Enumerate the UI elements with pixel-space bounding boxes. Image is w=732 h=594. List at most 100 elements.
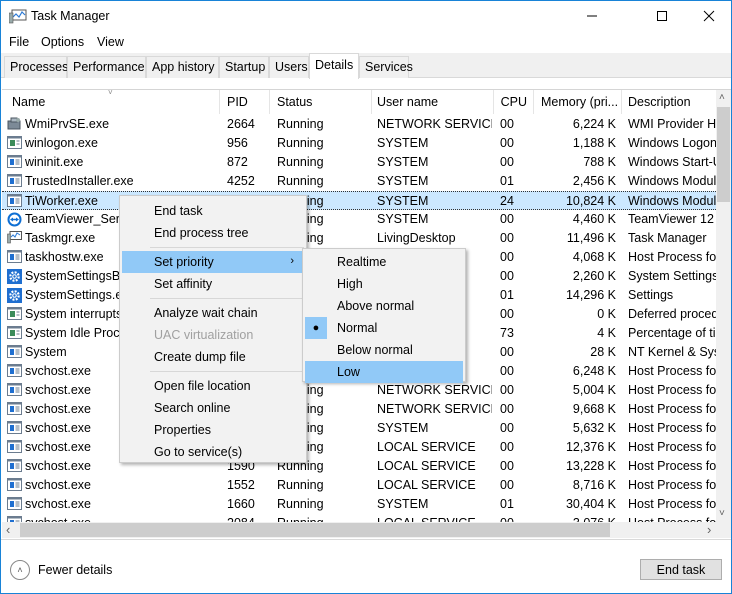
menu-item-analyze-wait-chain[interactable]: Analyze wait chain (122, 302, 304, 324)
column-cpu[interactable]: CPU (494, 90, 534, 114)
menu-view[interactable]: View (97, 35, 124, 49)
column-status[interactable]: Status (270, 90, 372, 114)
scroll-left-icon[interactable]: ‹ (6, 522, 10, 537)
process-cpu: 00 (500, 212, 514, 226)
menu-item-create-dump-file[interactable]: Create dump file (122, 346, 304, 368)
fewer-details-label: Fewer details (38, 563, 113, 577)
process-description: Host Process for (628, 250, 716, 264)
priority-below-normal[interactable]: Below normal (305, 339, 463, 361)
menu-bar: File Options View (1, 32, 731, 52)
radio-check-icon: ● (305, 317, 327, 339)
process-cpu: 00 (500, 345, 514, 359)
menu-item-end-process-tree[interactable]: End process tree (122, 222, 304, 244)
column-name[interactable]: Name (2, 90, 220, 114)
menu-options[interactable]: Options (41, 35, 84, 49)
process-user: LOCAL SERVICE (377, 478, 476, 492)
table-row[interactable]: svchost.exeRunningSYSTEM005,632 KHost Pr… (2, 419, 716, 438)
app-icon (7, 250, 22, 263)
vertical-scroll-thumb[interactable] (717, 107, 730, 202)
menu-item-set-affinity[interactable]: Set affinity (122, 273, 304, 295)
table-row[interactable]: svchost.exeRunningNETWORK SERVICE005,004… (2, 381, 716, 400)
tab-users[interactable]: Users (269, 56, 309, 78)
process-description: Windows Modul (628, 174, 716, 188)
tab-app-history[interactable]: App history (146, 56, 219, 78)
minimize-button[interactable] (569, 1, 615, 31)
process-cpu: 01 (500, 174, 514, 188)
process-pid: 1552 (227, 478, 255, 492)
taskmgr-icon (7, 231, 22, 244)
menu-file[interactable]: File (9, 35, 29, 49)
menu-item-go-to-service-s[interactable]: Go to service(s) (122, 441, 304, 463)
process-memory: 0 K (597, 307, 616, 321)
table-row[interactable]: svchost.exe 1552 Running LOCAL SERVICE 00 8,7… (2, 476, 716, 495)
close-button[interactable] (686, 1, 732, 31)
footer: ˄ Fewer details End task (1, 539, 731, 594)
menu-item-label: End process tree (154, 226, 249, 240)
menu-item-label: Open file location (154, 379, 251, 393)
app-icon (7, 174, 22, 187)
priority-above-normal[interactable]: Above normal (305, 295, 463, 317)
scroll-up-icon[interactable]: ˄ (719, 92, 725, 103)
vertical-scrollbar[interactable]: ˄ ˅ (716, 90, 731, 522)
table-row[interactable]: svchost.exe 1660 Running SYSTEM 01 30,404 K Ho… (2, 495, 716, 514)
menu-item-end-task[interactable]: End task (122, 200, 304, 222)
menu-item-set-priority[interactable]: Set priority › (122, 251, 304, 273)
priority-label: High (337, 277, 363, 291)
process-description: Host Process for (628, 440, 716, 454)
process-status: Running (277, 136, 324, 150)
table-row[interactable]: TrustedInstaller.exe 4252 Running SYSTEM 01 2… (2, 172, 716, 191)
horizontal-scrollbar[interactable]: ‹ › (2, 522, 731, 538)
process-cpu: 00 (500, 269, 514, 283)
menu-item-open-file-location[interactable]: Open file location (122, 375, 304, 397)
tab-services[interactable]: Services (359, 56, 413, 78)
process-cpu: 00 (500, 478, 514, 492)
maximize-icon (657, 11, 667, 21)
tab-startup[interactable]: Startup (219, 56, 269, 78)
process-status: Running (277, 117, 324, 131)
process-cpu: 00 (500, 231, 514, 245)
table-row[interactable]: TiWorker.exe3040RunningSYSTEM2410,824 KW… (2, 191, 716, 210)
process-user: NETWORK SERVICE (377, 383, 492, 397)
process-user: SYSTEM (377, 194, 429, 208)
table-row[interactable]: winlogon.exe 956 Running SYSTEM 00 1,188 K Win… (2, 134, 716, 153)
scroll-right-icon[interactable]: › (707, 522, 711, 537)
process-cpu: 00 (500, 250, 514, 264)
table-row[interactable]: WmiPrvSE.exe 2664 Running NETWORK SERVICE 00… (2, 115, 716, 134)
chevron-up-icon: ˄ (10, 560, 30, 580)
column-user-name[interactable]: User name (372, 90, 494, 114)
process-user: SYSTEM (377, 212, 429, 226)
process-memory: 30,404 K (565, 497, 616, 511)
priority-high[interactable]: High (305, 273, 463, 295)
table-row[interactable]: Taskmgr.exeRunningLivingDesktop0011,496 … (2, 229, 716, 248)
menu-item-properties[interactable]: Properties (122, 419, 304, 441)
process-user: SYSTEM (377, 497, 429, 511)
maximize-button[interactable] (639, 1, 685, 31)
column-pid[interactable]: PID (220, 90, 270, 114)
table-row[interactable]: svchost.exeRunningLOCAL SERVICE0012,376 … (2, 438, 716, 457)
column-description[interactable]: Description (622, 90, 716, 114)
tab-processes[interactable]: Processes (4, 56, 68, 78)
table-header: ˅ Name PID Status User name CPU Memory (… (2, 90, 716, 114)
table-row[interactable]: wininit.exe 872 Running SYSTEM 00 788 K Window… (2, 153, 716, 172)
process-user: LivingDesktop (377, 231, 456, 245)
process-memory: 5,632 K (572, 421, 616, 435)
tab-details[interactable]: Details (309, 53, 359, 79)
tab-performance[interactable]: Performance (67, 56, 146, 78)
process-pid: 872 (227, 155, 248, 169)
process-user: SYSTEM (377, 155, 429, 169)
horizontal-scroll-thumb[interactable] (20, 523, 610, 537)
column-memory[interactable]: Memory (pri... (534, 90, 622, 114)
fewer-details-button[interactable]: ˄ Fewer details (10, 560, 112, 580)
end-task-button[interactable]: End task (640, 559, 722, 580)
table-row[interactable]: svchost.exe 1590 Running LOCAL SERVICE 00 13,… (2, 457, 716, 476)
menu-item-label: Create dump file (154, 350, 246, 364)
scroll-down-icon[interactable]: ˅ (719, 508, 725, 519)
priority-low[interactable]: Low (305, 361, 463, 383)
process-description: Host Process for (628, 459, 716, 473)
priority-realtime[interactable]: Realtime (305, 251, 463, 273)
wmi-icon (7, 117, 22, 130)
table-row[interactable]: svchost.exeRunningNETWORK SERVICE009,668… (2, 400, 716, 419)
menu-item-search-online[interactable]: Search online (122, 397, 304, 419)
priority-normal[interactable]: ● Normal (305, 317, 463, 339)
table-row[interactable]: TeamViewer_Service.exeRunningSYSTEM004,4… (2, 210, 716, 229)
